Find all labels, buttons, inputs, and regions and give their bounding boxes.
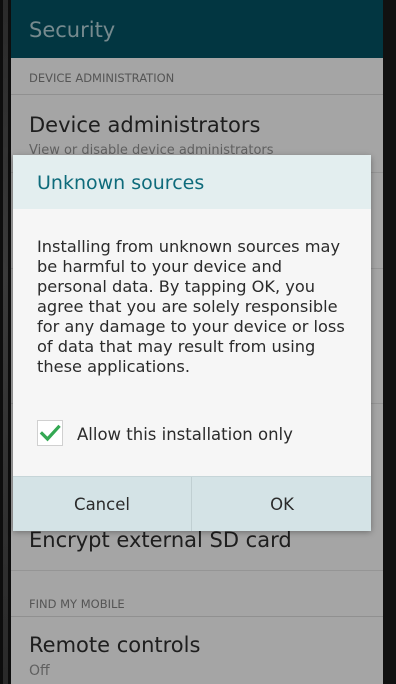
checkbox-label: Allow this installation only [77,425,293,444]
dialog-button-bar: Cancel OK [13,476,371,531]
allow-once-checkbox-row[interactable]: Allow this installation only [37,418,357,450]
dialog-message: Installing from unknown sources may be h… [37,237,345,376]
ok-button[interactable]: OK [193,477,371,531]
device-bezel-right [383,0,396,684]
button-divider [191,477,192,531]
checkmark-icon [39,424,61,442]
dialog-title: Unknown sources [37,172,205,194]
device-bezel-left [0,0,11,684]
dialog-header: Unknown sources [13,155,371,209]
cancel-button[interactable]: Cancel [13,477,191,531]
unknown-sources-dialog: Unknown sources Installing from unknown … [13,155,371,531]
allow-once-checkbox[interactable] [37,420,63,446]
